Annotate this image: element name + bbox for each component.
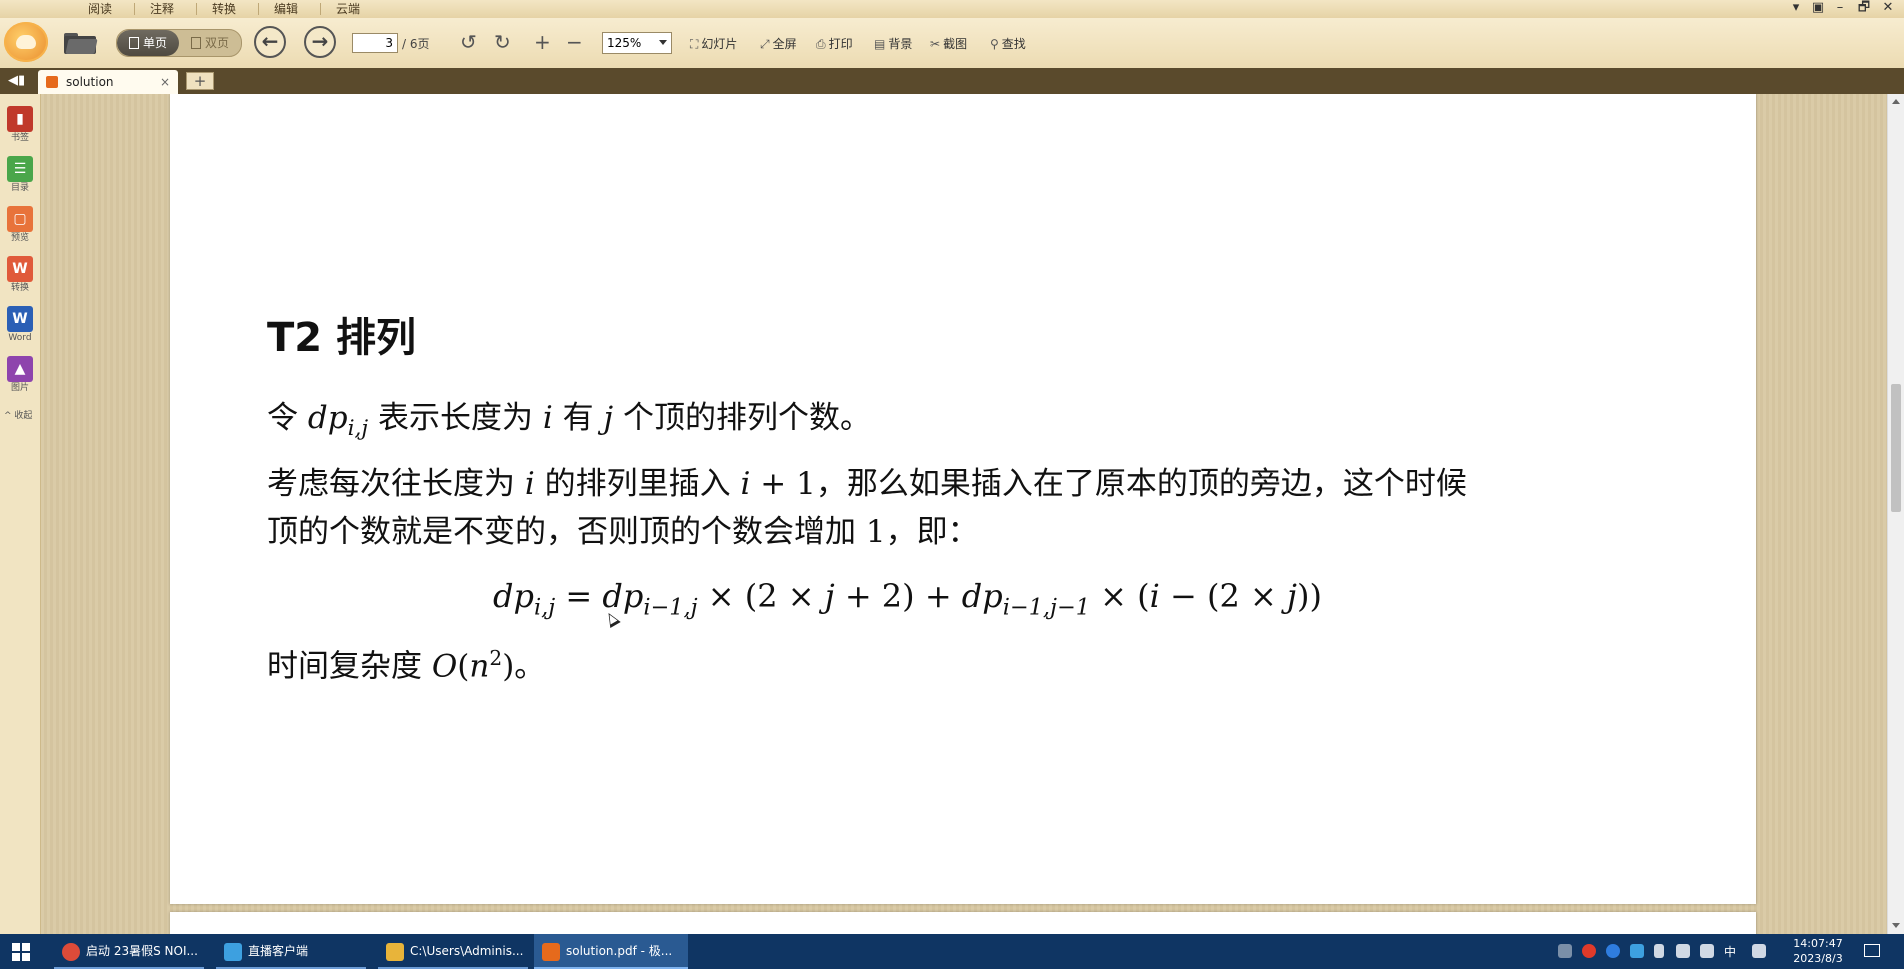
search-icon: ⚲ <box>990 37 999 51</box>
screenshot-button[interactable]: ✂ 截图 <box>930 36 967 52</box>
menu-tab-edit[interactable]: 编辑 <box>258 0 314 18</box>
taskbar-item-live-client[interactable]: 直播客户端 <box>216 934 366 969</box>
windows-taskbar: 启动 23暑假S NOI... 直播客户端 C:\Users\Adminis..… <box>0 934 1904 969</box>
toc-icon: ☰ <box>7 156 33 182</box>
open-folder-icon[interactable] <box>64 30 98 54</box>
section-heading: T2 排列 <box>267 315 417 361</box>
pdf-reader-icon <box>542 943 560 961</box>
word-icon: W <box>7 306 33 332</box>
cloud-app-icon <box>224 943 242 961</box>
convert-icon: W <box>7 256 33 282</box>
sidebar-item-image[interactable]: ▲ 图片 <box>0 356 40 393</box>
bookmark-icon: ▮ <box>7 106 33 132</box>
folder-icon <box>386 943 404 961</box>
tab-strip: ◀▮ solution × + <box>0 68 1904 94</box>
fullscreen-icon: ⤢ <box>760 37 770 51</box>
restore-button[interactable]: 🗗 <box>1854 0 1874 16</box>
windows-start-icon[interactable] <box>12 943 30 961</box>
slideshow-button[interactable]: ⛶ 幻灯片 <box>690 36 737 52</box>
sidebar-item-word[interactable]: W Word <box>0 306 40 343</box>
next-pdf-page <box>170 912 1756 934</box>
paragraph-explanation-line1: 考虑每次往长度为 i 的排列里插入 i + 1，那么如果插入在了原本的顶的旁边，… <box>267 466 1467 502</box>
menu-bar: 阅读 注释 转换 编辑 云端 ▾ ▣ – 🗗 ✕ <box>0 0 1904 18</box>
document-viewport[interactable]: T2 排列 令 dpi,j 表示长度为 i 有 j 个顶的排列个数。 考虑每次往… <box>41 94 1887 934</box>
rotate-right-icon[interactable]: ↻ <box>494 31 511 53</box>
app-logo-icon[interactable] <box>4 22 48 62</box>
paragraph-definition: 令 dpi,j 表示长度为 i 有 j 个顶的排列个数。 <box>267 400 871 442</box>
minimize-button[interactable]: – <box>1830 0 1850 16</box>
taskbar-item-browser[interactable]: 启动 23暑假S NOI... <box>54 934 204 969</box>
collapse-panel-icon[interactable]: ◀▮ <box>8 73 25 89</box>
taskbar-item-explorer[interactable]: C:\Users\Adminis... <box>378 934 528 969</box>
pdf-file-icon <box>46 76 58 88</box>
battery-icon[interactable] <box>1558 944 1572 958</box>
ime-indicator[interactable]: 中 <box>1724 943 1736 960</box>
keyboard-icon[interactable] <box>1752 944 1766 958</box>
next-page-button[interactable]: → <box>304 26 336 58</box>
slideshow-icon: ⛶ <box>690 37 699 51</box>
bluetooth-icon[interactable] <box>1606 944 1620 958</box>
vertical-scrollbar[interactable] <box>1887 94 1904 934</box>
recording-icon[interactable] <box>1582 944 1596 958</box>
close-tab-icon[interactable]: × <box>160 70 170 94</box>
sidebar-item-bookmark[interactable]: ▮ 书签 <box>0 106 40 143</box>
background-button[interactable]: ▤ 背景 <box>874 36 912 52</box>
new-tab-button[interactable]: + <box>186 72 214 90</box>
scroll-thumb[interactable] <box>1891 384 1901 512</box>
chevron-down-icon <box>659 40 667 45</box>
menu-tab-read[interactable]: 阅读 <box>72 0 128 18</box>
single-page-icon <box>128 37 139 49</box>
background-icon: ▤ <box>874 37 886 51</box>
zoom-value: 125% <box>607 36 642 50</box>
network-icon[interactable] <box>1676 944 1690 958</box>
image-icon: ▲ <box>7 356 33 382</box>
zoom-in-icon[interactable]: + <box>534 31 551 53</box>
scroll-down-icon[interactable] <box>1892 923 1900 928</box>
double-page-button[interactable]: 双页 <box>179 30 241 56</box>
close-window-button[interactable]: ✕ <box>1878 0 1898 16</box>
print-button[interactable]: ⎙ 打印 <box>816 36 853 52</box>
dropdown-icon[interactable]: ▾ <box>1786 0 1806 16</box>
math-dp: dpi,j <box>307 400 369 442</box>
taskbar-clock[interactable]: 14:07:47 2023/8/3 <box>1788 936 1848 966</box>
sidebar-collapse-button[interactable]: ^ 收起 <box>4 408 32 421</box>
paragraph-complexity: 时间复杂度 O(n2)。 <box>267 646 546 685</box>
scroll-up-icon[interactable] <box>1892 99 1900 104</box>
notification-center-icon[interactable] <box>1864 944 1880 957</box>
tab-label: solution <box>66 75 114 89</box>
pdf-page: T2 排列 令 dpi,j 表示长度为 i 有 j 个顶的排列个数。 考虑每次往… <box>170 94 1756 904</box>
microphone-icon[interactable] <box>1654 944 1664 958</box>
taskbar-item-pdf-reader[interactable]: solution.pdf - 极... <box>534 934 688 969</box>
menu-tab-cloud[interactable]: 云端 <box>320 0 376 18</box>
single-page-button[interactable]: 单页 <box>117 30 179 56</box>
sidebar-item-convert[interactable]: W 转换 <box>0 256 40 293</box>
paragraph-explanation-line2: 顶的个数就是不变的，否则顶的个数会增加 1，即： <box>267 514 979 550</box>
printer-icon: ⎙ <box>816 37 826 51</box>
sidebar-item-toc[interactable]: ☰ 目录 <box>0 156 40 193</box>
sidebar-item-preview[interactable]: ▢ 预览 <box>0 206 40 243</box>
chrome-icon <box>62 943 80 961</box>
zoom-select[interactable]: 125% <box>602 32 672 54</box>
clock-time: 14:07:47 <box>1793 937 1843 950</box>
scissors-icon: ✂ <box>930 37 941 51</box>
menu-tab-annotate[interactable]: 注释 <box>134 0 190 18</box>
page-number-input[interactable] <box>352 33 398 53</box>
menu-tab-convert[interactable]: 转换 <box>196 0 252 18</box>
find-button[interactable]: ⚲ 查找 <box>990 36 1026 52</box>
skin-icon[interactable]: ▣ <box>1808 0 1828 16</box>
tab-solution[interactable]: solution × <box>38 70 178 94</box>
fullscreen-button[interactable]: ⤢ 全屏 <box>760 36 797 52</box>
volume-icon[interactable] <box>1700 944 1714 958</box>
clock-date: 2023/8/3 <box>1793 952 1843 965</box>
double-page-icon <box>190 37 201 49</box>
page-total-label: / 6页 <box>402 37 430 51</box>
rotate-left-icon[interactable]: ↺ <box>460 31 477 53</box>
left-sidebar: ▮ 书签 ☰ 目录 ▢ 预览 W 转换 W Word ▲ 图片 ^ 收起 <box>0 94 41 934</box>
preview-icon: ▢ <box>7 206 33 232</box>
previous-page-button[interactable]: ← <box>254 26 286 58</box>
cloud-tray-icon[interactable] <box>1630 944 1644 958</box>
view-mode-toggle: 单页 双页 <box>116 29 242 57</box>
zoom-out-icon[interactable]: − <box>566 31 583 53</box>
